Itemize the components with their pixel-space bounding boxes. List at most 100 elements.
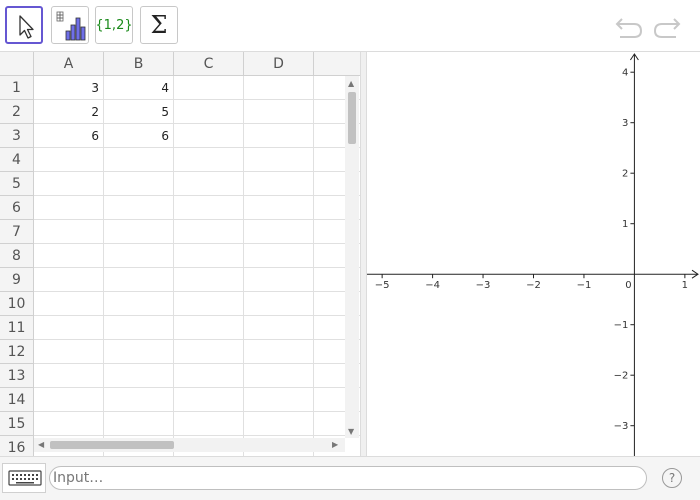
spreadsheet-cell[interactable] (34, 244, 104, 268)
spreadsheet-cell[interactable] (34, 412, 104, 436)
spreadsheet-cell[interactable]: 6 (104, 124, 174, 148)
scroll-left-icon[interactable]: ◀ (38, 441, 44, 449)
row-header[interactable]: 15 (0, 412, 34, 436)
vertical-scroll-thumb[interactable] (348, 92, 356, 144)
horizontal-scrollbar[interactable]: ◀ ▶ (34, 438, 345, 452)
column-header-d[interactable]: D (244, 52, 314, 76)
spreadsheet-cell[interactable] (104, 292, 174, 316)
row-header[interactable]: 11 (0, 316, 34, 340)
spreadsheet-cell[interactable] (244, 292, 314, 316)
row-header[interactable]: 16 (0, 436, 34, 456)
row-header[interactable]: 1 (0, 76, 34, 100)
row-header[interactable]: 9 (0, 268, 34, 292)
spreadsheet-cell[interactable]: 2 (34, 100, 104, 124)
spreadsheet-cell[interactable] (244, 196, 314, 220)
view-divider[interactable] (360, 52, 367, 456)
spreadsheet-cell[interactable] (174, 124, 244, 148)
spreadsheet-cell[interactable] (174, 172, 244, 196)
redo-icon[interactable] (650, 14, 682, 38)
spreadsheet-cell[interactable] (244, 148, 314, 172)
row-header[interactable]: 13 (0, 364, 34, 388)
spreadsheet-cell[interactable]: 3 (34, 76, 104, 100)
virtual-keyboard-button[interactable] (2, 463, 46, 493)
spreadsheet-cell[interactable] (244, 172, 314, 196)
spreadsheet-cell[interactable] (104, 268, 174, 292)
spreadsheet-cell[interactable] (174, 388, 244, 412)
spreadsheet-cell[interactable] (244, 220, 314, 244)
one-variable-analysis-tool-button[interactable] (51, 6, 89, 44)
create-list-tool-button[interactable]: {1,2} (95, 6, 133, 44)
spreadsheet-cell[interactable] (34, 148, 104, 172)
spreadsheet-cell[interactable] (104, 364, 174, 388)
spreadsheet-cell[interactable] (244, 124, 314, 148)
spreadsheet-cell[interactable] (244, 316, 314, 340)
spreadsheet-cell[interactable]: 4 (104, 76, 174, 100)
row-header[interactable]: 14 (0, 388, 34, 412)
spreadsheet-cell[interactable] (174, 340, 244, 364)
algebra-input-field[interactable] (49, 466, 647, 490)
vertical-scrollbar[interactable]: ▲ ▼ (345, 76, 359, 438)
spreadsheet-cell[interactable] (174, 244, 244, 268)
column-header-a[interactable]: A (34, 52, 104, 76)
spreadsheet-cell[interactable] (244, 268, 314, 292)
row-header[interactable]: 10 (0, 292, 34, 316)
spreadsheet-cell[interactable] (104, 340, 174, 364)
spreadsheet-cell[interactable] (34, 196, 104, 220)
spreadsheet-cell[interactable] (104, 244, 174, 268)
spreadsheet-cell[interactable] (174, 100, 244, 124)
spreadsheet-cell[interactable] (244, 100, 314, 124)
undo-icon[interactable] (614, 14, 646, 38)
spreadsheet-cell[interactable] (34, 388, 104, 412)
graphics-view[interactable]: −5 −4 −3 −2 −1 0 1 4 3 2 1 −1 −2 −3 (367, 52, 700, 456)
spreadsheet-cell[interactable] (34, 292, 104, 316)
spreadsheet-cell[interactable]: 6 (34, 124, 104, 148)
spreadsheet-cell[interactable] (174, 268, 244, 292)
spreadsheet-cell[interactable] (104, 316, 174, 340)
column-header-b[interactable]: B (104, 52, 174, 76)
spreadsheet-cell[interactable] (174, 364, 244, 388)
spreadsheet-cell[interactable] (244, 244, 314, 268)
scroll-up-icon[interactable]: ▲ (348, 80, 354, 88)
spreadsheet-cell[interactable] (244, 388, 314, 412)
row-header[interactable]: 5 (0, 172, 34, 196)
row-header[interactable]: 8 (0, 244, 34, 268)
scroll-down-icon[interactable]: ▼ (348, 428, 354, 436)
row-header[interactable]: 2 (0, 100, 34, 124)
spreadsheet-cell[interactable] (34, 268, 104, 292)
row-header[interactable]: 4 (0, 148, 34, 172)
spreadsheet-cell[interactable] (174, 76, 244, 100)
spreadsheet-cell[interactable] (174, 148, 244, 172)
spreadsheet-cell[interactable] (34, 220, 104, 244)
row-header[interactable]: 7 (0, 220, 34, 244)
spreadsheet-cell[interactable] (104, 412, 174, 436)
row-header[interactable]: 3 (0, 124, 34, 148)
spreadsheet-cell[interactable] (104, 172, 174, 196)
spreadsheet-cell[interactable] (34, 172, 104, 196)
scroll-right-icon[interactable]: ▶ (332, 441, 338, 449)
spreadsheet-cell[interactable] (34, 340, 104, 364)
spreadsheet-cell[interactable] (174, 412, 244, 436)
spreadsheet-cell[interactable] (244, 364, 314, 388)
spreadsheet-cell[interactable] (34, 316, 104, 340)
horizontal-scroll-thumb[interactable] (50, 441, 174, 449)
sum-tool-button[interactable]: Σ (140, 6, 178, 44)
column-header-partial[interactable] (314, 52, 360, 76)
help-button[interactable]: ? (662, 468, 682, 488)
spreadsheet-cell[interactable] (34, 364, 104, 388)
spreadsheet-cell[interactable] (174, 292, 244, 316)
spreadsheet-cell[interactable] (104, 196, 174, 220)
spreadsheet-cell[interactable] (244, 412, 314, 436)
column-header-c[interactable]: C (174, 52, 244, 76)
spreadsheet-cell[interactable]: 5 (104, 100, 174, 124)
spreadsheet-cell[interactable] (104, 148, 174, 172)
spreadsheet-cell[interactable] (104, 388, 174, 412)
row-header[interactable]: 12 (0, 340, 34, 364)
spreadsheet-cell[interactable] (244, 340, 314, 364)
move-tool-button[interactable] (5, 6, 43, 44)
spreadsheet-cell[interactable] (244, 76, 314, 100)
spreadsheet-cell[interactable] (174, 220, 244, 244)
spreadsheet-cell[interactable] (174, 316, 244, 340)
spreadsheet-corner[interactable] (0, 52, 34, 76)
spreadsheet-cell[interactable] (104, 220, 174, 244)
spreadsheet-cell[interactable] (174, 196, 244, 220)
